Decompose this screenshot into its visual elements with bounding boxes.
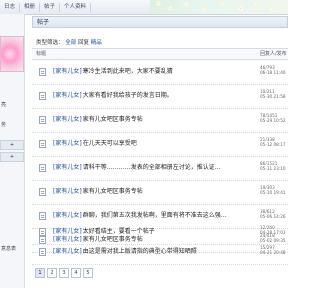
left-sidebar: 亮 务 + + 意息表 — [0, 14, 25, 288]
post-tag[interactable]: [家有儿女] — [53, 140, 82, 147]
table-row[interactable]: [家有儿女]家有儿女吧区事务专帖 19/303 05-10 19:41 — [32, 180, 288, 205]
post-time: 05-11 23:10 — [260, 166, 286, 172]
page-title: 帖子 — [32, 16, 288, 28]
post-title[interactable]: 家有儿女吧区事务专帖 — [83, 236, 143, 243]
post-title[interactable]: 家有儿女吧区事务专帖 — [83, 188, 143, 195]
post-title[interactable]: 大家有看好我给孩子的发言日期。 — [83, 92, 173, 99]
table-row[interactable]: [家有儿女]家有儿女吧区事务专帖 78/1451 05-29 10:52 — [32, 108, 288, 133]
nav-profile[interactable]: 个人资料 — [60, 2, 92, 12]
nav-posts[interactable]: 帖子 — [40, 2, 61, 12]
sidebar-label: 意息表 — [1, 246, 17, 252]
page-4[interactable]: 4 — [71, 268, 81, 278]
post-tag[interactable]: [家有儿女] — [53, 236, 82, 243]
document-icon — [39, 212, 46, 220]
nav-blog[interactable]: 日志 — [0, 2, 21, 12]
table-header: 标题 回复人/发布 — [32, 48, 288, 60]
document-icon — [39, 164, 46, 172]
flower-decoration — [254, 2, 259, 7]
post-time: 05-06 14:26 — [260, 214, 286, 220]
type-filter: 类型筛选： 全部 回复 精品 — [36, 38, 102, 46]
column-title: 标题 — [36, 51, 47, 57]
post-tag[interactable]: [家有儿女] — [53, 188, 82, 195]
column-meta: 回复人/发布 — [260, 51, 287, 57]
post-time: 05-29 10:52 — [260, 118, 286, 124]
post-tag[interactable]: [家有儿女] — [53, 92, 82, 99]
document-icon — [39, 188, 46, 196]
post-title[interactable]: 家有儿女吧区事务专帖 — [83, 116, 143, 123]
post-tag[interactable]: [家有儿女] — [53, 68, 82, 75]
pagination: 1 2 3 4 5 — [35, 268, 93, 278]
flower-decoration — [220, 1, 225, 6]
filter-all[interactable]: 全部 — [65, 40, 76, 46]
document-icon — [39, 92, 46, 100]
post-tag[interactable]: [家有儿女] — [53, 212, 82, 219]
post-tag[interactable]: [家有儿女] — [53, 164, 82, 171]
flower-decoration — [270, 7, 275, 12]
post-title[interactable]: 群聊，我们第五次我发帖啊，里面有将不准去这么强… — [83, 212, 227, 219]
table-row[interactable]: [家有儿女]群聊，我们第五次我发帖啊，里面有将不准去这么强… 38/612 05-… — [32, 204, 288, 229]
post-tag[interactable]: [家有儿女] — [53, 116, 82, 123]
post-time: 05-30 21:58 — [260, 94, 286, 100]
top-bar: 日志 相册 帖子 个人资料 — [0, 0, 288, 15]
post-time: 05-02 09:35 — [260, 238, 286, 244]
table-row[interactable]: [家有儿女]寒冷生活到此来吧，大家不要乱猜 46/793 06-18 11:40 — [32, 60, 288, 85]
nav-album[interactable]: 相册 — [20, 2, 41, 12]
flower-decoration — [238, 6, 243, 11]
flower-decoration — [184, 2, 189, 7]
post-title[interactable]: 在儿天天可以享受吧 — [83, 140, 137, 147]
filter-label: 类型筛选： — [36, 40, 64, 46]
post-time: 06-18 11:40 — [260, 70, 286, 76]
avatar[interactable] — [0, 36, 24, 72]
post-title[interactable]: 请科干等…………发表的全部相册左讨论，推认证… — [83, 164, 221, 171]
header-banner — [150, 0, 288, 14]
table-row[interactable]: [家有儿女]请科干等…………发表的全部相册左讨论，推认证… 86/1521 05-… — [32, 156, 288, 181]
flower-decoration — [168, 6, 173, 11]
post-title[interactable]: 寒冷生活到此来吧，大家不要乱猜 — [83, 68, 173, 75]
table-row[interactable]: [家有儿女]家有儿女吧区事务专帖 24/418 05-02 09:35 — [32, 228, 288, 253]
filter-reply[interactable]: 回复 — [78, 40, 89, 46]
filter-featured[interactable]: 精品 — [91, 40, 102, 46]
flower-decoration — [156, 1, 161, 6]
main-content: 帖子 类型筛选： 全部 回复 精品 标题 回复人/发布 [家有儿女]寒冷生活到此… — [32, 14, 288, 288]
table-row[interactable]: [家有儿女]大家有看好我给孩子的发言日期。 10/211 05-30 21:58 — [32, 84, 288, 109]
sidebar-label: 务 — [1, 122, 7, 128]
flower-decoration — [202, 7, 207, 12]
page-1[interactable]: 1 — [35, 268, 45, 278]
sidebar-button[interactable]: + — [0, 152, 24, 162]
top-nav: 日志 相册 帖子 个人资料 — [0, 2, 92, 12]
post-time: 05-10 19:41 — [260, 190, 286, 196]
page-3[interactable]: 3 — [59, 268, 69, 278]
document-icon — [39, 68, 46, 76]
document-icon — [39, 236, 46, 244]
sidebar-label: 亮 — [1, 102, 7, 108]
table-row[interactable]: [家有儿女]在儿天天可以享受吧 21/338 05-12 08:17 — [32, 132, 288, 157]
document-icon — [39, 116, 46, 124]
post-time: 05-12 08:17 — [260, 142, 286, 148]
page-2[interactable]: 2 — [47, 268, 57, 278]
sidebar-button[interactable]: + — [0, 140, 24, 150]
document-icon — [39, 140, 46, 148]
page-5[interactable]: 5 — [83, 268, 93, 278]
